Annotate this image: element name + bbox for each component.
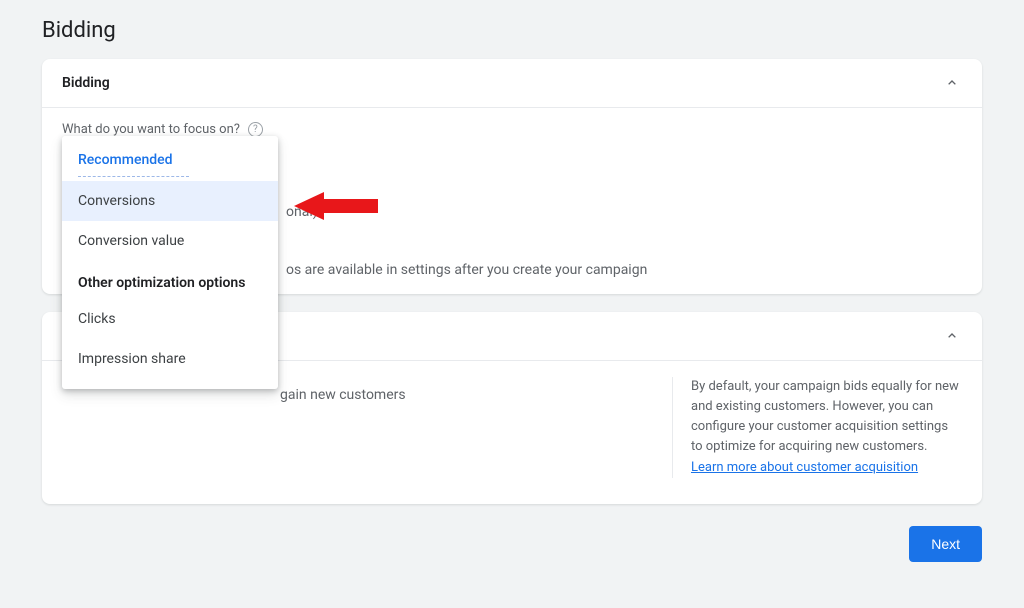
dropdown-item-impression-share[interactable]: Impression share xyxy=(62,339,278,379)
bidding-card-header: Bidding xyxy=(42,59,982,108)
arrow-shaft xyxy=(324,199,378,213)
arrow-head-icon xyxy=(294,192,324,220)
footer: Next xyxy=(0,522,1024,562)
acquisition-left-fragment: gain new customers xyxy=(62,377,672,478)
dropdown-other-header: Other optimization options xyxy=(62,261,278,299)
dropdown-item-clicks[interactable]: Clicks xyxy=(62,299,278,339)
collapse-icon[interactable] xyxy=(942,73,962,93)
dropdown-item-conversions[interactable]: Conversions xyxy=(62,181,278,221)
bidding-card-title: Bidding xyxy=(62,75,110,91)
page-title: Bidding xyxy=(0,0,1024,59)
focus-dropdown: Recommended Conversions Conversion value… xyxy=(62,136,278,389)
acquisition-description: By default, your campaign bids equally f… xyxy=(672,377,962,478)
collapse-icon[interactable] xyxy=(942,326,962,346)
dropdown-recommended-header: Recommended xyxy=(78,148,189,177)
help-icon[interactable]: ? xyxy=(248,122,263,137)
focus-question-row: What do you want to focus on? ? xyxy=(62,122,962,137)
next-button[interactable]: Next xyxy=(909,526,982,562)
acquisition-description-text: By default, your campaign bids equally f… xyxy=(691,379,959,454)
learn-more-link[interactable]: Learn more about customer acquisition xyxy=(691,460,918,475)
annotation-arrow xyxy=(294,192,378,220)
settings-availability-note: os are available in settings after you c… xyxy=(286,262,647,278)
focus-question-label: What do you want to focus on? xyxy=(62,122,240,137)
dropdown-item-conversion-value[interactable]: Conversion value xyxy=(62,221,278,261)
